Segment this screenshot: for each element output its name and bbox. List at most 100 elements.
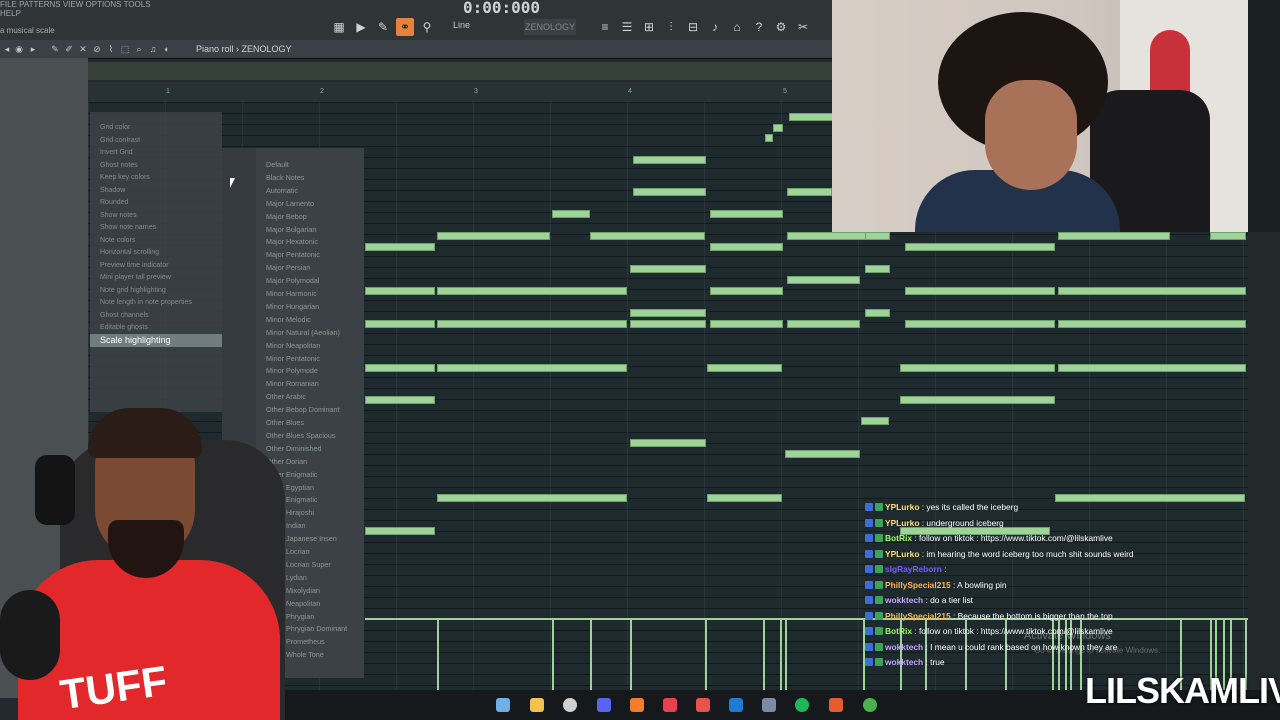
fl-studio-icon[interactable] [630, 698, 644, 712]
scale-menu-item[interactable]: Major Pentatonic [266, 250, 320, 259]
midi-note[interactable] [710, 320, 783, 328]
playback-tool-icon[interactable]: ♫ [148, 44, 158, 54]
opera-icon[interactable] [663, 698, 677, 712]
scale-menu-item[interactable]: Minor Natural (Aeolian) [266, 328, 340, 337]
midi-note[interactable] [630, 265, 706, 273]
view-menu-item[interactable]: Show note names [100, 224, 156, 231]
midi-note[interactable] [710, 287, 783, 295]
midi-note[interactable] [905, 320, 1055, 328]
midi-note[interactable] [710, 210, 783, 218]
view-menu-item[interactable]: Horizontal scrolling [100, 249, 159, 256]
midi-note[interactable] [787, 320, 860, 328]
snap-select[interactable]: Line [453, 20, 513, 34]
midi-note[interactable] [365, 320, 435, 328]
gear-icon[interactable]: ⚙ [772, 18, 790, 36]
midi-note[interactable] [552, 210, 590, 218]
midi-note[interactable] [630, 320, 706, 328]
slice-tool-icon[interactable]: ⌇ [106, 44, 116, 54]
arrange-icon[interactable]: ⊞ [640, 18, 658, 36]
midi-note[interactable] [437, 320, 627, 328]
midi-note[interactable] [437, 494, 627, 502]
scale-menu-item[interactable]: Black Notes [266, 173, 304, 182]
view-menu-item[interactable]: Keep key colors [100, 174, 150, 181]
scale-menu-item[interactable]: Minor Romanian [266, 379, 319, 388]
midi-note[interactable] [630, 309, 706, 317]
scale-highlighting-item[interactable]: Scale highlighting [90, 334, 222, 347]
midi-note[interactable] [365, 364, 435, 372]
channel-rack-icon[interactable]: ⊟ [684, 18, 702, 36]
midi-note[interactable] [865, 265, 890, 273]
tools-icon[interactable]: ✂ [794, 18, 812, 36]
scale-menu-item[interactable]: Minor Neapolitan [266, 341, 320, 350]
midi-note[interactable] [905, 287, 1055, 295]
view-menu-item[interactable]: Rounded [100, 199, 128, 206]
folder-icon[interactable] [530, 698, 544, 712]
scale-menu-item[interactable]: Default [266, 160, 289, 169]
view-menu-item[interactable]: Ghost notes [100, 162, 138, 169]
channel-selector[interactable]: ZENOLOGY [524, 19, 576, 35]
midi-note[interactable] [633, 156, 706, 164]
view-menu-item[interactable]: Editable ghosts [100, 324, 148, 331]
spotify-icon[interactable] [795, 698, 809, 712]
steam-icon[interactable] [496, 698, 510, 712]
scale-menu-item[interactable]: Major Lamento [266, 199, 314, 208]
midi-note[interactable] [710, 243, 783, 251]
midi-note[interactable] [437, 232, 550, 240]
midi-note[interactable] [1058, 287, 1246, 295]
midi-note[interactable] [865, 309, 890, 317]
midi-note[interactable] [789, 113, 833, 121]
mute-tool-icon[interactable]: ⊘ [92, 44, 102, 54]
view-menu-item[interactable]: Grid color [100, 124, 130, 131]
midi-note[interactable] [707, 364, 782, 372]
midi-note[interactable] [633, 188, 706, 196]
obs-icon[interactable] [563, 698, 577, 712]
velocity-bar[interactable] [785, 618, 787, 692]
vscode-icon[interactable] [729, 698, 743, 712]
midi-note[interactable] [785, 450, 860, 458]
timeline-ruler[interactable] [88, 82, 832, 102]
scale-menu-item[interactable]: Major Bebop [266, 212, 307, 221]
velocity-bar[interactable] [590, 618, 592, 692]
view-menu-item[interactable]: Show notes [100, 212, 137, 219]
midi-note[interactable] [900, 364, 1055, 372]
midi-note[interactable] [900, 396, 1055, 404]
midi-note[interactable] [1055, 494, 1245, 502]
scale-menu-item[interactable]: Major Hexatonic [266, 237, 318, 246]
midi-note[interactable] [861, 417, 889, 425]
view-menu-item[interactable]: Invert Grid [100, 149, 133, 156]
scale-menu-item[interactable]: Minor Pentatonic [266, 354, 320, 363]
scale-menu-item[interactable]: Major Persian [266, 263, 310, 272]
midi-note[interactable] [365, 287, 435, 295]
link-icon[interactable]: ⚭ [396, 18, 414, 36]
view-menu-item[interactable]: Shadow [100, 187, 125, 194]
view-menu-item[interactable]: Ghost channels [100, 312, 149, 319]
magnet-icon[interactable]: ◉ [14, 44, 24, 54]
scale-menu-item[interactable]: Minor Polymode [266, 366, 318, 375]
scale-menu-item[interactable]: Major Bulgarian [266, 225, 316, 234]
note-icon[interactable]: ♪ [706, 18, 724, 36]
velocity-bar[interactable] [780, 618, 782, 692]
play-icon[interactable]: ▶ [352, 18, 370, 36]
midi-note[interactable] [1058, 232, 1170, 240]
midi-note[interactable] [1058, 320, 1246, 328]
midi-note[interactable] [707, 494, 782, 502]
scale-menu-item[interactable]: Minor Hungarian [266, 302, 319, 311]
midi-note[interactable] [1210, 232, 1246, 240]
midi-note[interactable] [630, 439, 706, 447]
brave-icon[interactable] [696, 698, 710, 712]
scale-menu-item[interactable]: Major Polymodal [266, 276, 320, 285]
pencil-icon[interactable]: ✎ [374, 18, 392, 36]
midi-note[interactable] [365, 396, 435, 404]
view-menu-item[interactable]: Grid contrast [100, 137, 140, 144]
scale-menu-item[interactable]: Minor Harmonic [266, 289, 317, 298]
menu-bar[interactable]: FILE PATTERNS VIEW OPTIONS TOOLS HELP [0, 0, 170, 18]
pattern-overview[interactable] [88, 62, 832, 80]
play-small-icon[interactable]: ▸ [28, 44, 38, 54]
velocity-bar[interactable] [630, 618, 632, 692]
view-menu-item[interactable]: Note colors [100, 237, 135, 244]
scale-menu-item[interactable]: Automatic [266, 186, 298, 195]
select-tool-icon[interactable]: ⬚ [120, 44, 130, 54]
chrome-icon[interactable] [863, 698, 877, 712]
velocity-bar[interactable] [552, 618, 554, 692]
speaker-icon[interactable]: ◐ [162, 44, 172, 54]
